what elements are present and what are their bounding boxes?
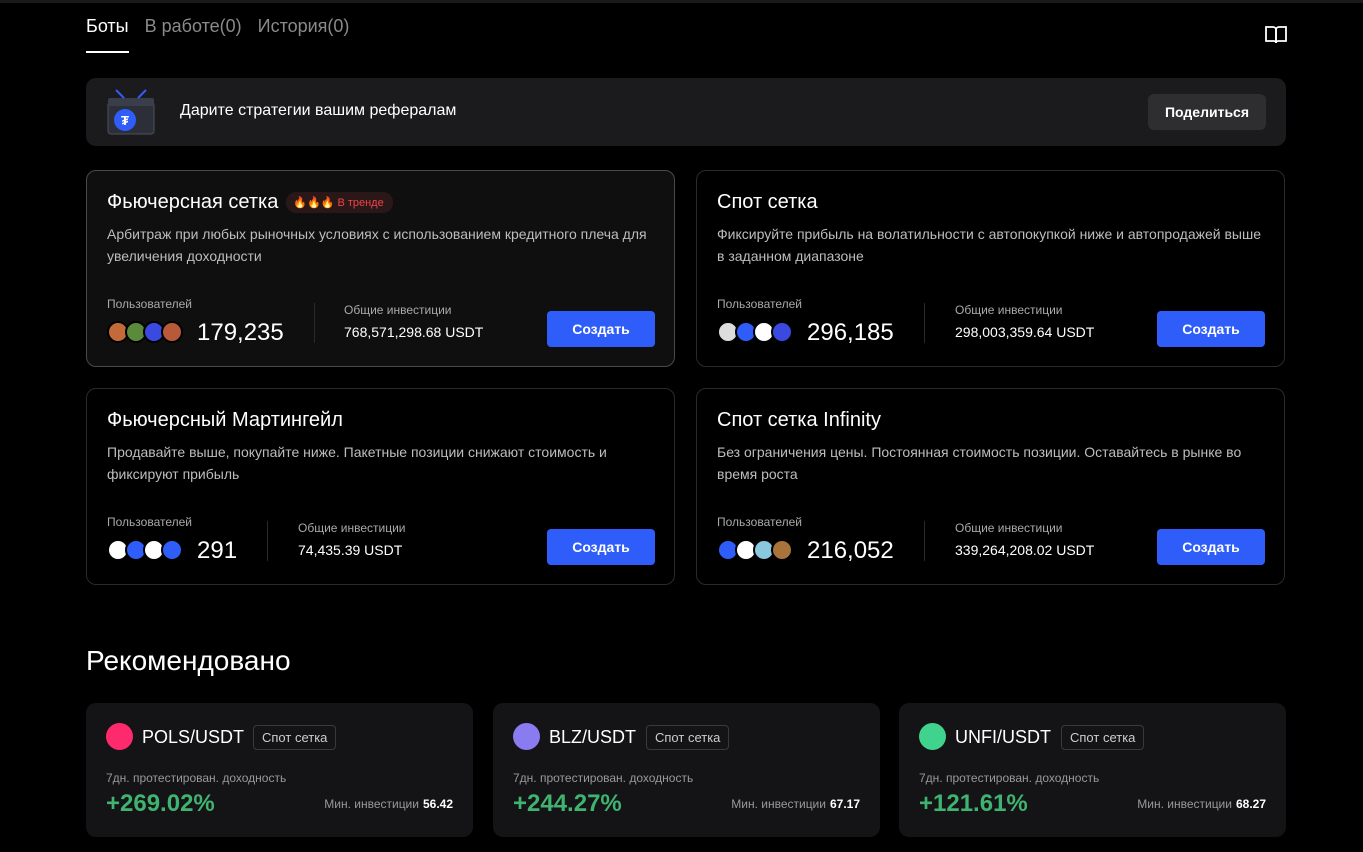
yield-label: 7дн. протестирован. доходность <box>106 771 287 785</box>
strategy-tag: Спот сетка <box>253 725 337 750</box>
bot-card-futures-grid[interactable]: Фьючерсная сетка 🔥🔥🔥 В тренде Арбитраж пр… <box>86 170 675 367</box>
avatar <box>771 321 793 343</box>
card-description: Фиксируйте прибыль на волатильности с ав… <box>717 226 1262 264</box>
create-button[interactable]: Создать <box>547 529 655 565</box>
blz-icon <box>513 723 540 750</box>
users-count: 179,235 <box>197 319 284 346</box>
gift-icon: ₮ <box>107 89 155 135</box>
pair-name: UNFI/USDT <box>955 727 1051 747</box>
recommended-card-pols[interactable]: POLS/USDT Спот сетка 7дн. протестирован.… <box>86 703 473 837</box>
card-title: Фьючерсный Мартингейл <box>107 409 343 431</box>
card-description: Продавайте выше, покупайте ниже. Пакетны… <box>107 444 607 482</box>
yield-value: +121.61% <box>919 790 1028 817</box>
book-icon[interactable] <box>1264 24 1288 46</box>
min-invest: Мин. инвестиции 68.27 <box>1137 797 1266 811</box>
yield-label: 7дн. протестирован. доходность <box>919 771 1100 785</box>
user-avatars <box>717 539 793 561</box>
pair-name: BLZ/USDT <box>549 727 637 747</box>
svg-text:₮: ₮ <box>121 113 129 128</box>
users-count: 296,185 <box>807 319 894 346</box>
card-description: Арбитраж при любых рыночных условиях с и… <box>107 226 647 264</box>
users-label: Пользователей <box>107 297 192 311</box>
create-button[interactable]: Создать <box>547 311 655 347</box>
trend-badge: 🔥🔥🔥 В тренде <box>286 192 393 213</box>
divider <box>924 303 925 343</box>
referral-banner: ₮ Дарите стратегии вашим рефералам Подел… <box>86 78 1286 146</box>
invest-label: Общие инвестиции <box>955 303 1063 317</box>
strategy-tag: Спот сетка <box>646 725 730 750</box>
invest-value: 298,003,359.64 USDT <box>955 324 1095 340</box>
recommended-card-unfi[interactable]: UNFI/USDT Спот сетка 7дн. протестирован.… <box>899 703 1286 837</box>
yield-value: +269.02% <box>106 790 215 817</box>
recommended-card-blz[interactable]: BLZ/USDT Спот сетка 7дн. протестирован. … <box>493 703 880 837</box>
create-button[interactable]: Создать <box>1157 529 1265 565</box>
tab-bar: Боты В работе(0) История(0) <box>86 16 349 53</box>
strategy-tag: Спот сетка <box>1061 725 1145 750</box>
users-label: Пользователей <box>107 515 192 529</box>
users-count: 216,052 <box>807 537 894 564</box>
user-avatars <box>107 539 183 561</box>
min-invest: Мин. инвестиции 56.42 <box>324 797 453 811</box>
invest-label: Общие инвестиции <box>955 521 1063 535</box>
invest-value: 74,435.39 USDT <box>298 542 403 558</box>
tab-bots[interactable]: Боты <box>86 16 129 53</box>
users-label: Пользователей <box>717 515 802 529</box>
card-title: Спот сетка <box>717 191 818 213</box>
divider <box>267 521 268 561</box>
yield-label: 7дн. протестирован. доходность <box>513 771 694 785</box>
banner-text: Дарите стратегии вашим рефералам <box>180 102 457 119</box>
avatar <box>161 539 183 561</box>
card-title: Фьючерсная сетка 🔥🔥🔥 В тренде <box>107 191 393 214</box>
yield-value: +244.27% <box>513 790 622 817</box>
unfi-icon <box>919 723 946 750</box>
bot-card-spot-grid-infinity[interactable]: Спот сетка Infinity Без ограничения цены… <box>696 388 1285 585</box>
users-count: 291 <box>197 537 238 564</box>
invest-value: 768,571,298.68 USDT <box>344 324 484 340</box>
fire-icon: 🔥🔥🔥 <box>293 197 335 209</box>
user-avatars <box>107 321 183 343</box>
create-button[interactable]: Создать <box>1157 311 1265 347</box>
top-divider <box>0 0 1363 3</box>
avatar <box>771 539 793 561</box>
share-button[interactable]: Поделиться <box>1148 94 1266 130</box>
tab-working[interactable]: В работе(0) <box>145 16 242 53</box>
user-avatars <box>717 321 793 343</box>
divider <box>314 303 315 343</box>
bot-card-spot-grid[interactable]: Спот сетка Фиксируйте прибыль на волатил… <box>696 170 1285 367</box>
card-title: Спот сетка Infinity <box>717 409 881 431</box>
recommended-title: Рекомендовано <box>86 645 291 676</box>
pols-icon <box>106 723 133 750</box>
users-label: Пользователей <box>717 297 802 311</box>
bot-card-futures-martingale[interactable]: Фьючерсный Мартингейл Продавайте выше, п… <box>86 388 675 585</box>
invest-value: 339,264,208.02 USDT <box>955 542 1095 558</box>
pair-name: POLS/USDT <box>142 727 245 747</box>
avatar <box>161 321 183 343</box>
divider <box>924 521 925 561</box>
min-invest: Мин. инвестиции 67.17 <box>731 797 860 811</box>
tab-history[interactable]: История(0) <box>258 16 350 53</box>
card-description: Без ограничения цены. Постоянная стоимос… <box>717 444 1242 482</box>
invest-label: Общие инвестиции <box>298 521 406 535</box>
invest-label: Общие инвестиции <box>344 303 452 317</box>
